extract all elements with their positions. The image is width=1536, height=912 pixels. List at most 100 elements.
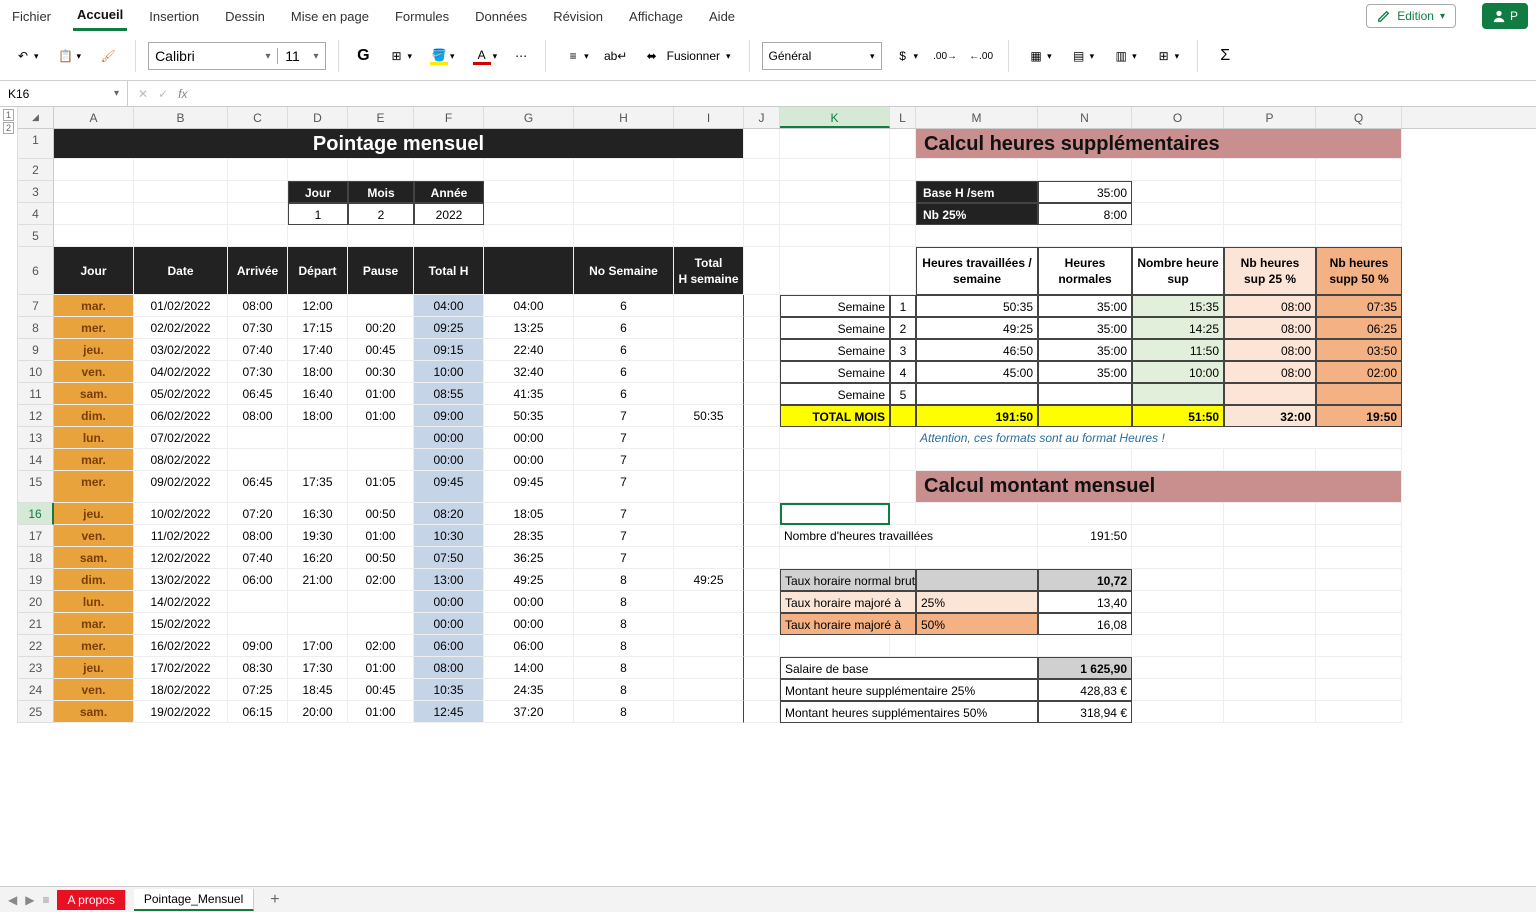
cell[interactable] <box>674 449 744 471</box>
cell[interactable]: Départ <box>288 247 348 295</box>
cell[interactable] <box>674 613 744 635</box>
cell[interactable] <box>890 635 916 657</box>
cell[interactable] <box>348 295 414 317</box>
cell[interactable]: TotalH semaine <box>674 247 744 295</box>
cell[interactable]: Nb 25% <box>916 203 1038 225</box>
cell[interactable]: 06/02/2022 <box>134 405 228 427</box>
cell[interactable]: Semaine <box>780 361 890 383</box>
cell[interactable] <box>744 181 780 203</box>
tab-file[interactable]: Fichier <box>8 3 55 30</box>
cell[interactable] <box>780 225 890 247</box>
cell[interactable]: 7 <box>574 547 674 569</box>
align-button[interactable]: ≡▾ <box>558 43 595 69</box>
cell[interactable] <box>744 427 780 449</box>
cell[interactable]: 12:00 <box>288 295 348 317</box>
cell[interactable] <box>674 317 744 339</box>
cell[interactable] <box>674 635 744 657</box>
cell[interactable] <box>348 613 414 635</box>
cell[interactable]: 191:50 <box>916 405 1038 427</box>
cell[interactable] <box>744 503 780 525</box>
cell[interactable] <box>1132 181 1224 203</box>
cell[interactable]: Salaire de base <box>780 657 1038 679</box>
cell[interactable] <box>744 701 780 723</box>
cell[interactable]: 6 <box>574 361 674 383</box>
cell[interactable] <box>1224 383 1316 405</box>
cell[interactable] <box>1132 503 1224 525</box>
row-header[interactable]: 10 <box>18 361 54 383</box>
cell[interactable]: 00:00 <box>414 427 484 449</box>
cell[interactable]: 28:35 <box>484 525 574 547</box>
row-header[interactable]: 24 <box>18 679 54 701</box>
col-A[interactable]: A <box>54 107 134 128</box>
cell[interactable] <box>1132 203 1224 225</box>
cell[interactable] <box>744 225 780 247</box>
cell[interactable] <box>744 657 780 679</box>
row-header[interactable]: 11 <box>18 383 54 405</box>
cell[interactable]: 00:00 <box>484 591 574 613</box>
cell[interactable] <box>744 471 780 503</box>
wrap-text-button[interactable]: ab↵ <box>601 43 631 69</box>
cell[interactable]: 8 <box>574 569 674 591</box>
row-header[interactable]: 17 <box>18 525 54 547</box>
cell[interactable] <box>674 503 744 525</box>
cell[interactable] <box>134 225 228 247</box>
cell[interactable]: 35:00 <box>1038 295 1132 317</box>
cell[interactable] <box>674 657 744 679</box>
cell[interactable]: 7 <box>574 471 674 503</box>
row-header[interactable]: 21 <box>18 613 54 635</box>
cell[interactable] <box>1132 591 1224 613</box>
col-H[interactable]: H <box>574 107 674 128</box>
cell[interactable]: 35:00 <box>1038 181 1132 203</box>
tab-data[interactable]: Données <box>471 3 531 30</box>
cell[interactable]: 3 <box>890 339 916 361</box>
cell[interactable]: 17:30 <box>288 657 348 679</box>
cell[interactable]: 14:00 <box>484 657 574 679</box>
col-Q[interactable]: Q <box>1316 107 1402 128</box>
col-F[interactable]: F <box>414 107 484 128</box>
cell[interactable]: 6 <box>574 339 674 361</box>
cell[interactable] <box>1038 159 1132 181</box>
cell[interactable]: 35:00 <box>1038 361 1132 383</box>
confirm-icon[interactable]: ✓ <box>158 87 168 101</box>
cell[interactable] <box>1316 701 1402 723</box>
cell[interactable] <box>228 203 288 225</box>
cell[interactable]: 01:00 <box>348 405 414 427</box>
cell[interactable]: Jour <box>54 247 134 295</box>
editing-mode-button[interactable]: Edition ▾ <box>1366 4 1456 28</box>
cell[interactable] <box>1224 525 1316 547</box>
cell[interactable]: 49:25 <box>674 569 744 591</box>
cell[interactable] <box>484 225 574 247</box>
cell[interactable]: 00:30 <box>348 361 414 383</box>
cell[interactable]: 07:30 <box>228 317 288 339</box>
cell[interactable]: 428,83 € <box>1038 679 1132 701</box>
cell[interactable] <box>348 225 414 247</box>
cell[interactable]: 12:45 <box>414 701 484 723</box>
cell[interactable] <box>288 449 348 471</box>
col-B[interactable]: B <box>134 107 228 128</box>
cell[interactable] <box>890 225 916 247</box>
cell[interactable] <box>1224 635 1316 657</box>
cell[interactable]: 07:30 <box>228 361 288 383</box>
cell[interactable]: 35:00 <box>1038 339 1132 361</box>
cell[interactable]: Nombre heure sup <box>1132 247 1224 295</box>
cell[interactable] <box>780 181 890 203</box>
cell[interactable] <box>780 449 890 471</box>
cell[interactable]: 01:00 <box>348 657 414 679</box>
cell[interactable] <box>744 525 780 547</box>
col-E[interactable]: E <box>348 107 414 128</box>
col-D[interactable]: D <box>288 107 348 128</box>
undo-button[interactable]: ↶▾ <box>8 43 45 69</box>
cell[interactable]: dim. <box>54 569 134 591</box>
cell[interactable] <box>1316 635 1402 657</box>
col-I[interactable]: I <box>674 107 744 128</box>
cell[interactable]: sam. <box>54 701 134 723</box>
cell[interactable]: Semaine <box>780 295 890 317</box>
cell[interactable]: 8 <box>574 635 674 657</box>
cell[interactable]: 09:45 <box>484 471 574 503</box>
cell[interactable] <box>1224 547 1316 569</box>
cell[interactable]: TOTAL MOIS <box>780 405 890 427</box>
cell[interactable] <box>674 525 744 547</box>
cell[interactable] <box>1132 449 1224 471</box>
col-P[interactable]: P <box>1224 107 1316 128</box>
cell[interactable]: Pause <box>348 247 414 295</box>
